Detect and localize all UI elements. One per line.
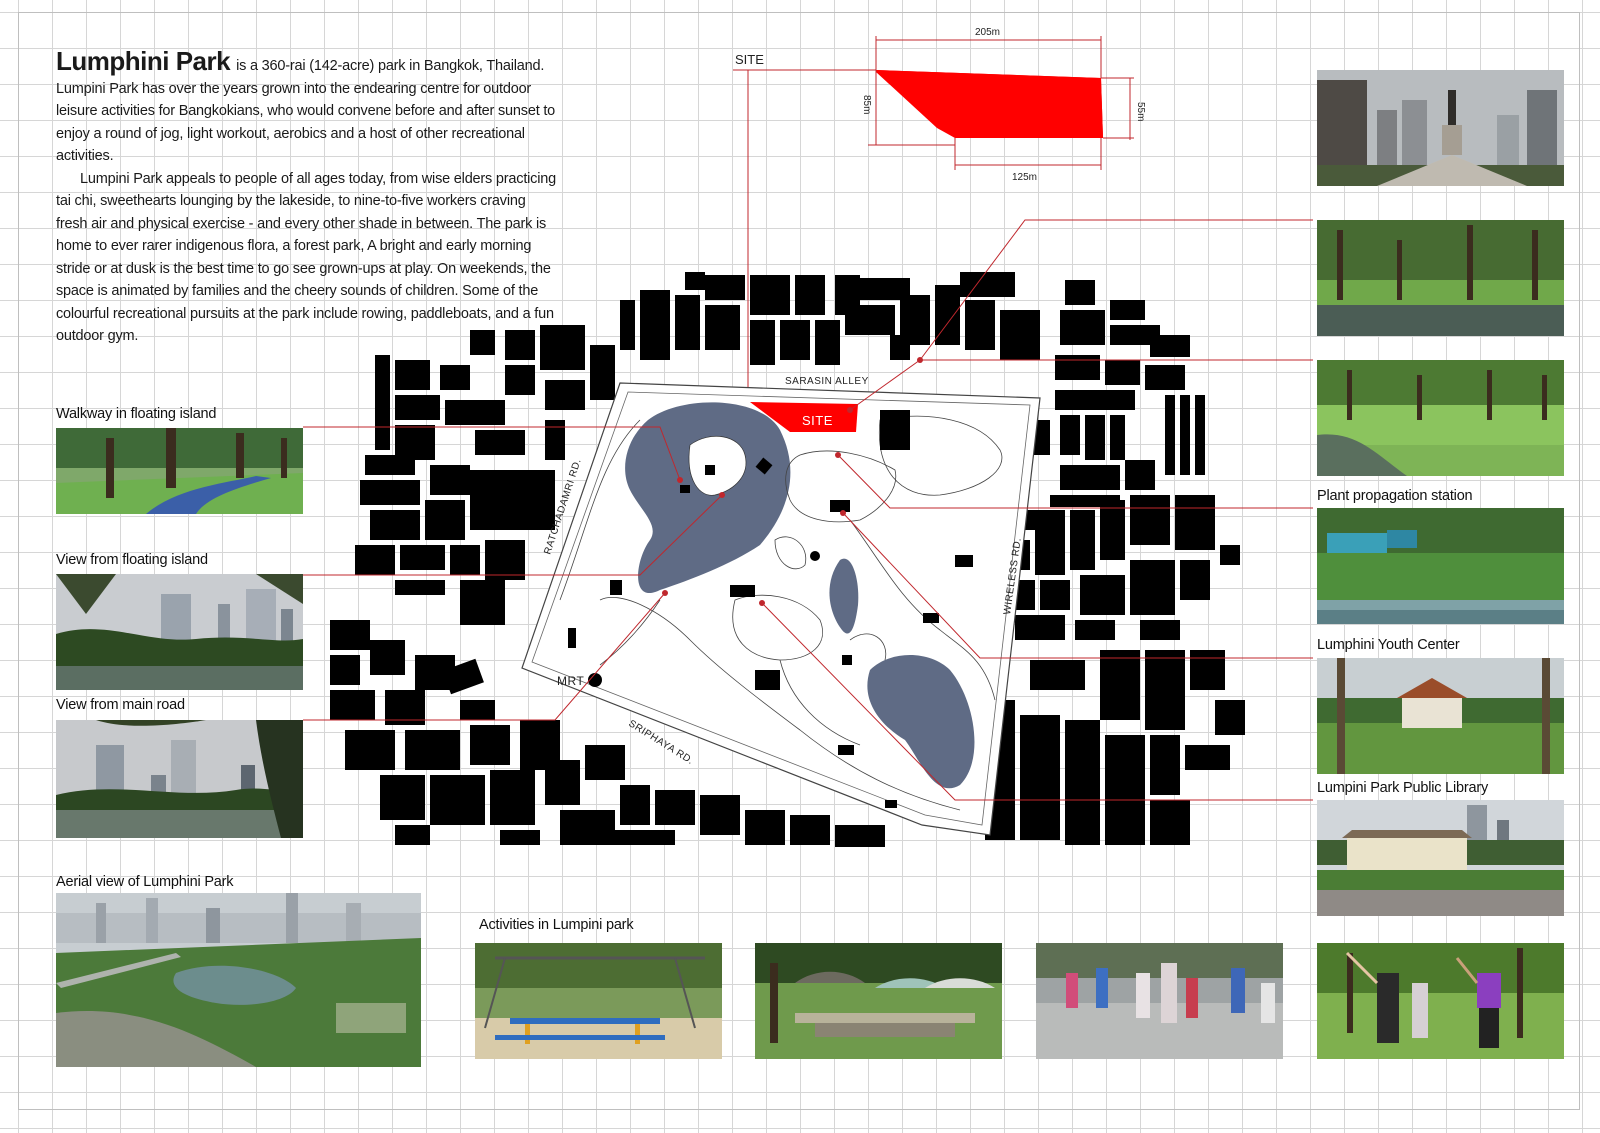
photo-walkway	[56, 428, 303, 514]
dim-left: 85m	[861, 95, 872, 114]
photo-activity-taichi	[1317, 943, 1564, 1059]
map-site-label: SITE	[802, 413, 833, 428]
photo-public-library	[1317, 800, 1564, 916]
site-diagram-label: SITE	[735, 52, 764, 67]
photo-aerial	[56, 893, 421, 1067]
dim-top: 205m	[975, 27, 1000, 38]
caption-view-road: View from main road	[56, 697, 185, 713]
photo-view-road	[56, 720, 303, 838]
caption-public-library: Lumpini Park Public Library	[1317, 780, 1489, 796]
dim-right: 55m	[1135, 102, 1146, 121]
photo-view-island	[56, 574, 303, 690]
dim-bottom: 125m	[1012, 172, 1037, 183]
caption-aerial: Aerial view of Lumphini Park	[56, 874, 234, 890]
photo-canal-trees	[1317, 220, 1564, 336]
road-label-north: SARASIN ALLEY	[785, 376, 869, 387]
photo-activity-aerobics	[1036, 943, 1283, 1059]
caption-activities: Activities in Lumpini park	[479, 917, 634, 933]
caption-youth-center: Lumphini Youth Center	[1317, 637, 1460, 653]
caption-view-island: View from floating island	[56, 552, 208, 568]
caption-plant-propagation: Plant propagation station	[1317, 488, 1473, 504]
photo-statue	[1317, 70, 1564, 186]
photo-activity-playground	[475, 943, 722, 1059]
mrt-label: MRT	[557, 674, 584, 688]
photo-lawn	[1317, 360, 1564, 476]
caption-walkway: Walkway in floating island	[56, 406, 217, 422]
photo-plant-propagation	[1317, 508, 1564, 624]
photo-activity-picnic	[755, 943, 1002, 1059]
photo-youth-center	[1317, 658, 1564, 774]
